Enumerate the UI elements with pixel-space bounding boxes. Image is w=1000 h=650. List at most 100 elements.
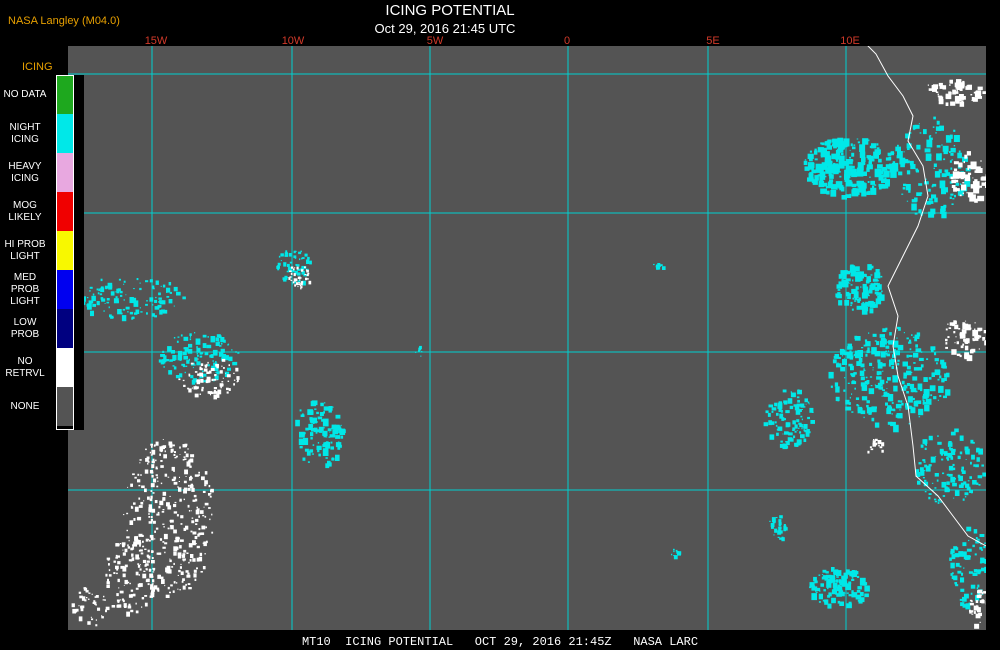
cloud-pixel (944, 451, 948, 456)
cloud-pixel (151, 449, 156, 455)
cloud-pixel (843, 389, 846, 392)
cloud-pixel (870, 448, 874, 451)
cloud-pixel (106, 298, 110, 301)
cloud-pixel (288, 253, 292, 257)
cloud-pixel (849, 283, 851, 284)
cloud-pixel (804, 426, 806, 428)
cloud-pixel (797, 399, 800, 403)
cloud-pixel (210, 368, 215, 371)
cloud-pixel (969, 476, 972, 479)
cloud-pixel (103, 595, 105, 598)
cloud-pixel (826, 145, 832, 150)
cloud-pixel (139, 549, 143, 552)
cloud-pixel (923, 470, 926, 472)
cloud-pixel (835, 396, 840, 402)
cloud-pixel (944, 169, 949, 173)
cloud-pixel (968, 571, 973, 574)
cloud-pixel (939, 375, 942, 379)
cloud-pixel (961, 346, 963, 348)
cloud-pixel (130, 594, 134, 597)
cloud-pixel (211, 513, 213, 516)
cloud-pixel (823, 600, 827, 603)
cloud-pixel (871, 143, 877, 149)
cloud-pixel (970, 439, 974, 444)
cloud-pixel (962, 323, 969, 330)
cloud-pixel (901, 380, 905, 385)
cloud-pixel (841, 195, 847, 200)
legend-label: NO RETRVL (5, 355, 45, 379)
cloud-pixel (319, 430, 323, 433)
cloud-pixel (962, 96, 966, 100)
cloud-pixel (809, 586, 811, 589)
cloud-pixel (820, 583, 824, 587)
cloud-pixel (137, 473, 140, 476)
cloud-pixel (180, 515, 184, 519)
cloud-pixel (330, 441, 333, 444)
cloud-pixel (131, 317, 134, 320)
cloud-pixel (226, 387, 229, 391)
cloud-pixel (160, 482, 163, 485)
cloud-pixel (796, 403, 801, 407)
cloud-pixel (204, 366, 207, 368)
cloud-pixel (153, 538, 156, 540)
cloud-pixel (276, 265, 280, 269)
cloud-pixel (854, 288, 857, 291)
cloud-pixel (951, 203, 954, 205)
cloud-pixel (155, 467, 158, 470)
cloud-pixel (974, 322, 976, 324)
cloud-pixel (202, 343, 207, 348)
cloud-pixel (778, 522, 782, 526)
cloud-pixel (934, 487, 937, 489)
cloud-pixel (300, 281, 304, 284)
cloud-pixel (147, 496, 150, 500)
cloud-pixel (950, 193, 954, 196)
cloud-pixel (860, 408, 863, 410)
cloud-pixel (963, 161, 965, 164)
cloud-pixel (870, 385, 873, 387)
cloud-pixel (169, 291, 172, 294)
cloud-pixel (201, 476, 205, 481)
cloud-pixel (793, 404, 796, 407)
cloud-pixel (911, 334, 913, 336)
cloud-pixel (151, 474, 154, 478)
cloud-pixel (116, 291, 120, 294)
cloud-pixel (196, 508, 200, 511)
cloud-pixel (101, 616, 104, 619)
cloud-pixel (226, 374, 231, 378)
cloud-pixel (325, 457, 328, 459)
cloud-pixel (827, 587, 829, 590)
cloud-pixel (292, 281, 295, 284)
cloud-pixel (833, 355, 838, 359)
cloud-pixel (204, 471, 208, 475)
cloud-pixel (814, 158, 818, 161)
cloud-pixel (221, 358, 226, 362)
cloud-pixel (799, 431, 802, 434)
cloud-pixel (982, 472, 986, 477)
cloud-pixel (853, 353, 858, 357)
cloud-pixel (210, 488, 214, 493)
cloud-pixel (957, 570, 962, 574)
cloud-pixel (937, 502, 940, 504)
cloud-pixel (871, 417, 875, 422)
cloud-pixel (308, 280, 312, 285)
cloud-pixel (846, 603, 852, 609)
cloud-pixel (162, 541, 165, 543)
cloud-pixel (300, 269, 304, 272)
cloud-pixel (855, 275, 861, 282)
cloud-pixel (870, 180, 875, 185)
cloud-pixel (964, 154, 968, 159)
cloud-pixel (219, 370, 223, 374)
cloud-pixel (792, 420, 796, 425)
cloud-pixel (188, 375, 190, 377)
cloud-pixel (189, 484, 194, 489)
cloud-pixel (948, 473, 953, 477)
cloud-pixel (874, 422, 880, 428)
cloud-pixel (148, 513, 150, 515)
cloud-pixel (142, 545, 145, 548)
cloud-pixel (877, 296, 881, 301)
legend-label: HEAVY ICING (8, 160, 42, 184)
cloud-pixel (190, 530, 193, 533)
cloud-pixel (807, 401, 810, 404)
cloud-pixel (185, 583, 187, 586)
cloud-pixel (316, 421, 318, 423)
